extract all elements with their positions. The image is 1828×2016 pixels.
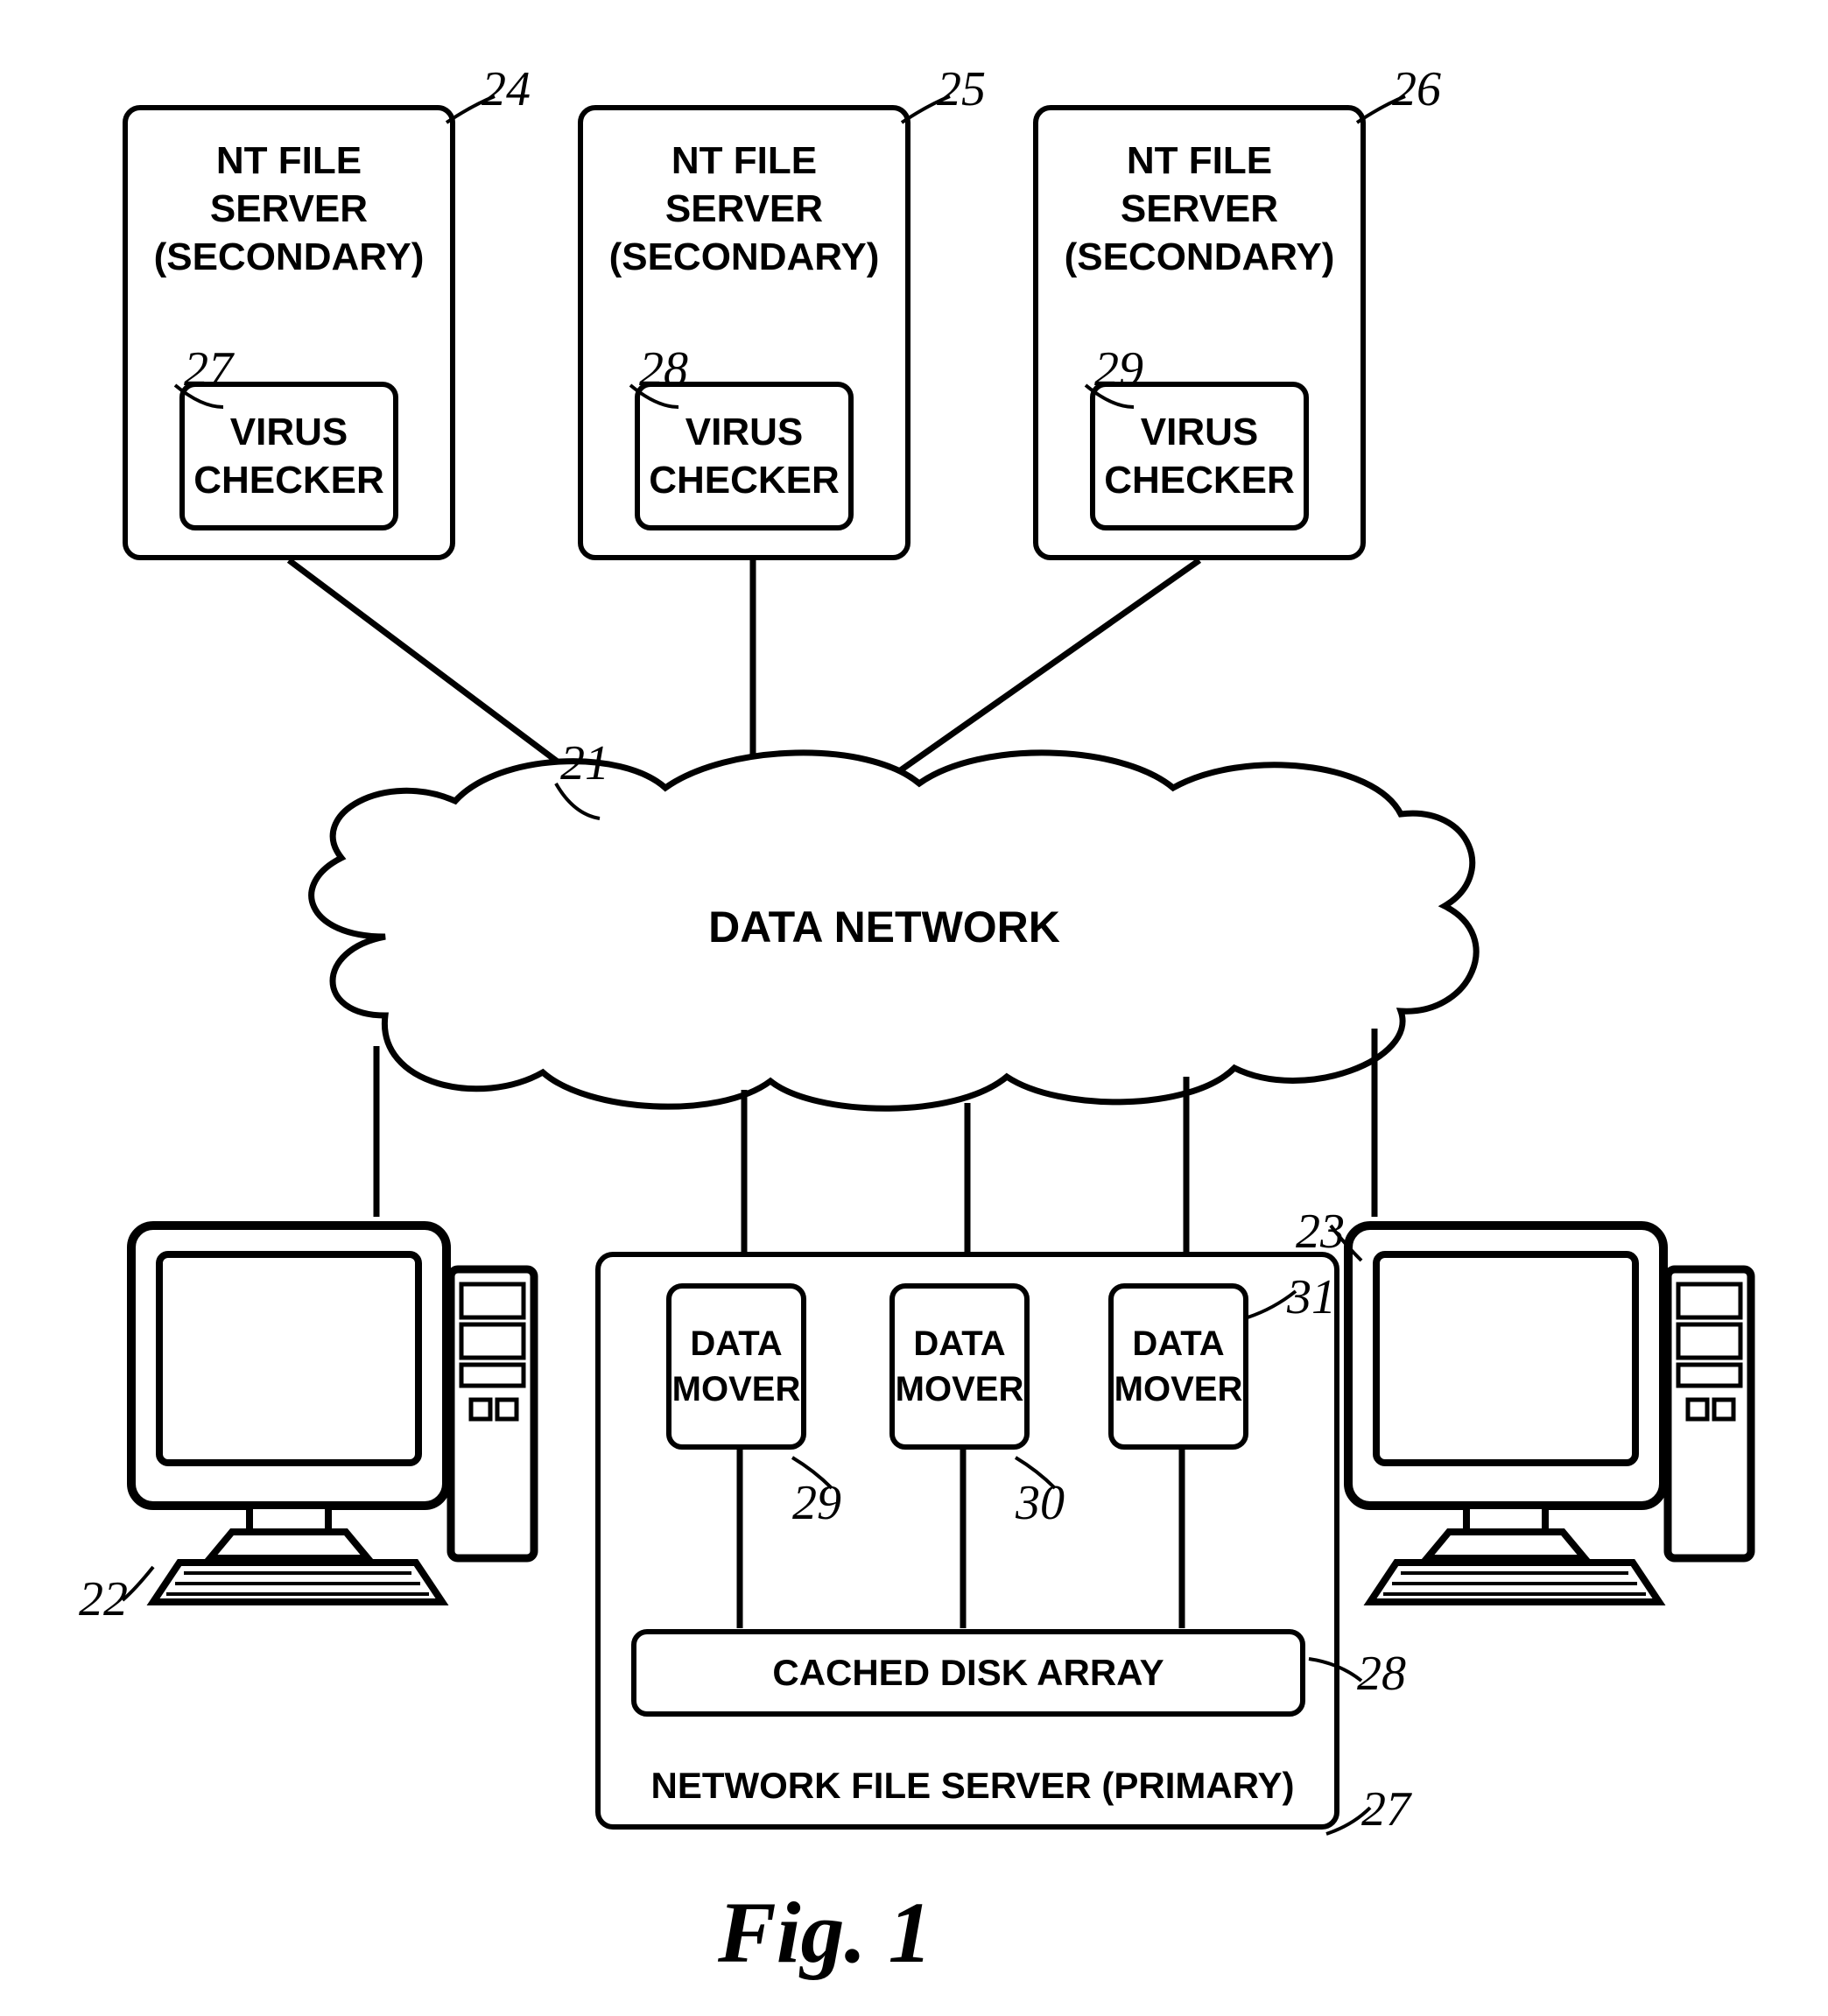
workstation-2 [1322, 1212, 1760, 1628]
lead-28a [630, 381, 683, 416]
conn-cloud-ws2 [1366, 1029, 1383, 1217]
conn-cloud-ws1 [368, 1046, 385, 1217]
conn-dm1-disk [731, 1444, 749, 1628]
lead-24 [446, 96, 499, 131]
primary-label: NETWORK FILE SERVER (PRIMARY) [601, 1765, 1345, 1807]
lead-30 [1016, 1458, 1059, 1493]
cached-disk-array: CACHED DISK ARRAY [631, 1629, 1305, 1717]
data-mover-3: DATAMOVER [1108, 1283, 1248, 1450]
conn-cloud-dm2 [959, 1103, 976, 1252]
conn-cloud-dm1 [735, 1090, 753, 1252]
nt-server-2: NT FILESERVER(SECONDARY) VIRUSCHECKER [578, 105, 910, 560]
figure-label: Fig. 1 [718, 1882, 932, 1983]
data-mover-1: DATAMOVER [666, 1283, 806, 1450]
data-mover-2: DATAMOVER [889, 1283, 1030, 1450]
cloud-label: DATA NETWORK [665, 902, 1103, 952]
conn-cloud-dm3 [1178, 1077, 1195, 1252]
conn-server2-cloud [744, 560, 762, 762]
lead-27b [1326, 1808, 1375, 1838]
lead-25 [902, 96, 954, 131]
nt-server-1: NT FILESERVER(SECONDARY) VIRUSCHECKER [123, 105, 455, 560]
conn-dm3-disk [1173, 1444, 1191, 1628]
lead-26 [1357, 96, 1410, 131]
lead-31 [1248, 1291, 1300, 1326]
ref-22: 22 [79, 1571, 128, 1627]
diagram-canvas: NT FILESERVER(SECONDARY) VIRUSCHECKER 24… [0, 0, 1828, 2016]
server-title: NT FILESERVER(SECONDARY) [609, 137, 880, 281]
lead-22 [123, 1567, 175, 1602]
workstation-1 [105, 1212, 543, 1628]
lead-29a [1086, 381, 1138, 416]
lead-21 [552, 783, 604, 823]
server-title: NT FILESERVER(SECONDARY) [1065, 137, 1335, 281]
nt-server-3: NT FILESERVER(SECONDARY) VIRUSCHECKER [1033, 105, 1366, 560]
lead-29b [792, 1458, 836, 1493]
server-title: NT FILESERVER(SECONDARY) [154, 137, 425, 281]
lead-27a [175, 381, 228, 416]
conn-dm2-disk [954, 1444, 972, 1628]
lead-28b [1309, 1659, 1366, 1689]
